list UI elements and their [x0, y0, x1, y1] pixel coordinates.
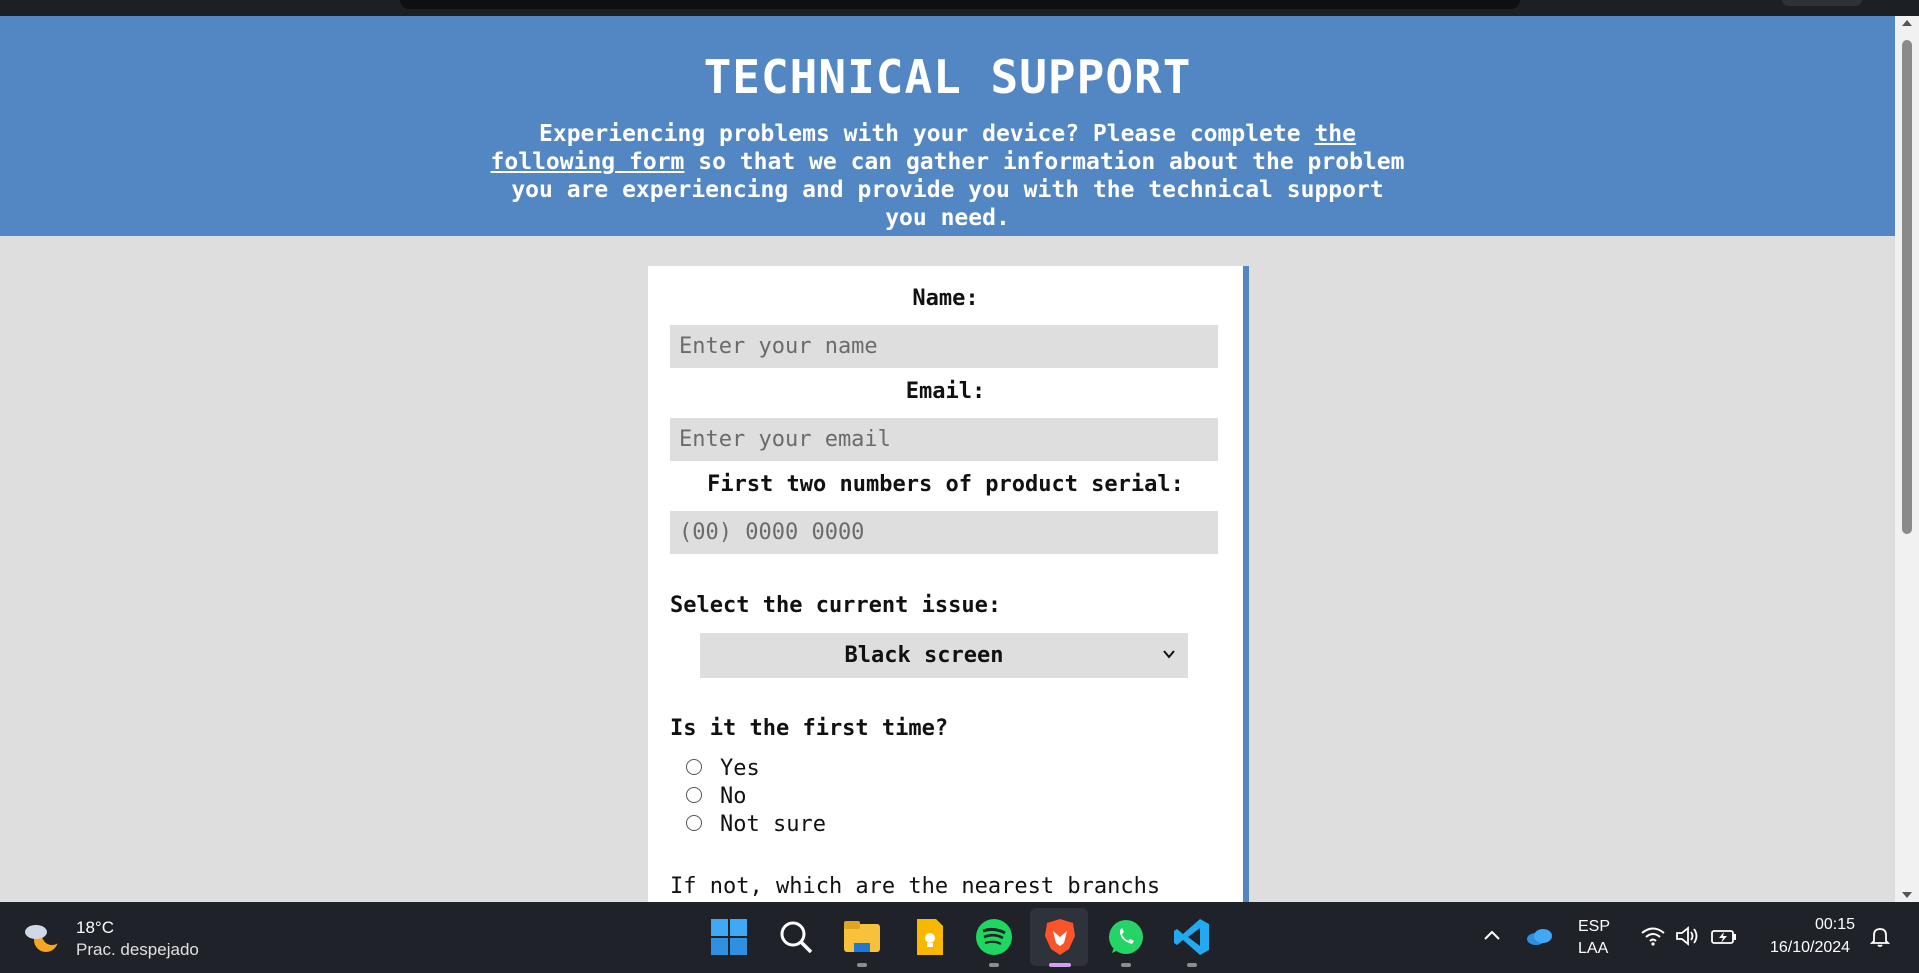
issue-label: Select the current issue: — [670, 593, 1002, 618]
volume-icon[interactable] — [1674, 924, 1700, 948]
radio-circle[interactable] — [686, 759, 702, 775]
page-title: TECHNICAL SUPPORT — [703, 50, 1192, 104]
first-time-label: Is it the first time? — [670, 716, 949, 741]
email-label: Email: — [905, 379, 986, 404]
moon-cloud-icon — [25, 925, 62, 952]
email-input[interactable] — [670, 418, 1218, 461]
radio-label-not-sure: Not sure — [720, 812, 826, 837]
issue-select[interactable]: Black screen — [700, 633, 1188, 678]
header-intro: Experiencing problems with your device? … — [490, 120, 1405, 232]
serial-input[interactable] — [670, 511, 1218, 554]
vscode-icon[interactable] — [1171, 916, 1213, 958]
clock-time[interactable]: 00:15 — [1810, 916, 1860, 934]
scroll-down-arrow-icon[interactable] — [1902, 892, 1912, 898]
chevron-down-icon — [1163, 650, 1175, 659]
address-bar[interactable] — [400, 0, 1520, 9]
running-indicator — [1187, 963, 1197, 967]
wifi-icon[interactable] — [1640, 924, 1666, 948]
browser-top-bar — [0, 0, 1919, 16]
weather-temp: 18°C — [76, 918, 114, 937]
windows-taskbar: 18°C Prac. despejado ESP LAA 00:15 16/10… — [0, 902, 1919, 973]
intro-text-before: Experiencing problems with your device? … — [539, 121, 1315, 147]
brave-browser-icon[interactable] — [1039, 916, 1081, 958]
running-indicator — [989, 963, 999, 967]
page-viewport: TECHNICAL SUPPORT Experiencing problems … — [0, 16, 1895, 902]
chevron-up-icon[interactable] — [1480, 924, 1504, 948]
whatsapp-icon[interactable] — [1105, 916, 1147, 958]
running-indicator — [857, 963, 867, 967]
battery-charging-icon[interactable] — [1710, 924, 1738, 948]
language-line2[interactable]: LAA — [1578, 940, 1608, 958]
radio-circle[interactable] — [686, 787, 702, 803]
issue-selected-value: Black screen — [844, 643, 1004, 668]
radio-label-no: No — [720, 784, 747, 809]
file-explorer-icon[interactable] — [841, 916, 883, 958]
scroll-up-arrow-icon[interactable] — [1902, 20, 1912, 26]
page-scrollbar[interactable] — [1895, 16, 1919, 902]
page-header: TECHNICAL SUPPORT Experiencing problems … — [0, 16, 1895, 236]
radio-label-yes: Yes — [720, 756, 760, 781]
notification-bell-icon[interactable] — [1868, 924, 1892, 948]
language-line1[interactable]: ESP — [1578, 918, 1610, 936]
browser-button[interactable] — [1782, 0, 1862, 6]
spotify-icon[interactable] — [973, 916, 1015, 958]
serial-label: First two numbers of product serial: — [707, 472, 1184, 497]
weather-condition: Prac. despejado — [76, 940, 199, 959]
clock-date[interactable]: 16/10/2024 — [1762, 939, 1858, 957]
nearest-branch-label: If not, which are the nearest branchs — [670, 874, 1161, 899]
keep-notes-icon[interactable] — [908, 916, 950, 958]
active-indicator — [1049, 963, 1071, 967]
onedrive-cloud-icon[interactable] — [1524, 924, 1554, 948]
support-form: Name: Email: First two numbers of produc… — [648, 266, 1249, 902]
windows-start-icon[interactable] — [708, 916, 750, 958]
name-label: Name: — [912, 286, 979, 311]
scroll-thumb[interactable] — [1902, 40, 1912, 534]
name-input[interactable] — [670, 325, 1218, 368]
weather-widget[interactable]: 18°C Prac. despejado — [24, 916, 224, 960]
search-icon[interactable] — [775, 916, 817, 958]
running-indicator — [1121, 963, 1131, 967]
radio-circle[interactable] — [686, 815, 702, 831]
